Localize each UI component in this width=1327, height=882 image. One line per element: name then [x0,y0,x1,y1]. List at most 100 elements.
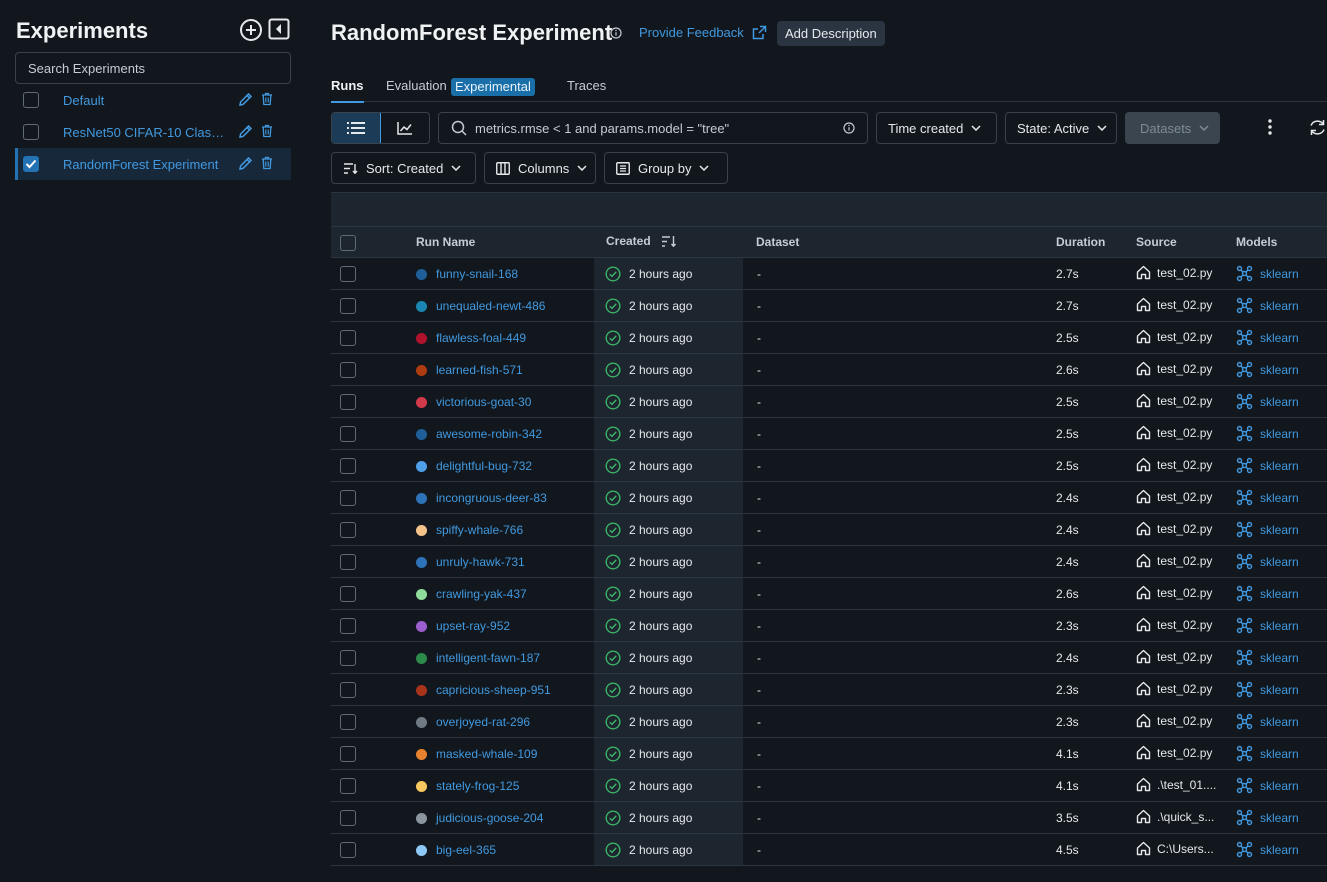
run-model-link[interactable]: sklearn [1236,745,1299,762]
run-name-link[interactable]: stately-frog-125 [436,779,519,793]
row-checkbox[interactable] [340,842,356,858]
run-color-dot[interactable] [416,557,427,568]
run-model-link[interactable]: sklearn [1236,521,1299,538]
experiment-checkbox[interactable] [23,124,39,140]
run-model-link[interactable]: sklearn [1236,553,1299,570]
run-model-link[interactable]: sklearn [1236,425,1299,442]
row-checkbox[interactable] [340,330,356,346]
run-model-link[interactable]: sklearn [1236,617,1299,634]
run-color-dot[interactable] [416,525,427,536]
edit-icon[interactable] [238,156,253,171]
row-checkbox[interactable] [340,394,356,410]
search-experiments-input[interactable] [15,52,291,84]
header-duration[interactable]: Duration [1056,235,1105,249]
row-checkbox[interactable] [340,746,356,762]
info-icon[interactable] [610,27,622,39]
chart-view-button[interactable] [381,113,430,143]
experiment-name[interactable]: Default [63,93,229,108]
run-model-link[interactable]: sklearn [1236,809,1299,826]
run-name-link[interactable]: unequaled-newt-486 [436,299,545,313]
tab-runs[interactable]: Runs [331,78,364,103]
run-model-link[interactable]: sklearn [1236,649,1299,666]
run-color-dot[interactable] [416,333,427,344]
refresh-icon[interactable] [1308,118,1327,137]
row-checkbox[interactable] [340,266,356,282]
trash-icon[interactable] [261,92,273,106]
run-color-dot[interactable] [416,429,427,440]
run-color-dot[interactable] [416,749,427,760]
run-color-dot[interactable] [416,813,427,824]
run-color-dot[interactable] [416,589,427,600]
run-model-link[interactable]: sklearn [1236,777,1299,794]
run-model-link[interactable]: sklearn [1236,585,1299,602]
tab-traces[interactable]: Traces [567,78,606,102]
run-name-link[interactable]: learned-fish-571 [436,363,523,377]
row-checkbox[interactable] [340,554,356,570]
run-name-link[interactable]: flawless-foal-449 [436,331,526,345]
experiment-item[interactable]: Default [15,84,291,116]
run-name-link[interactable]: unruly-hawk-731 [436,555,525,569]
row-checkbox[interactable] [340,586,356,602]
run-name-link[interactable]: delightful-bug-732 [436,459,532,473]
more-options-icon[interactable] [1268,118,1272,136]
add-experiment-icon[interactable] [239,18,263,42]
add-description-button[interactable]: Add Description [777,21,885,46]
run-color-dot[interactable] [416,781,427,792]
run-name-link[interactable]: incongruous-deer-83 [436,491,547,505]
run-name-link[interactable]: spiffy-whale-766 [436,523,523,537]
run-name-link[interactable]: masked-whale-109 [436,747,537,761]
run-name-link[interactable]: capricious-sheep-951 [436,683,551,697]
run-name-link[interactable]: awesome-robin-342 [436,427,542,441]
edit-icon[interactable] [238,92,253,107]
run-color-dot[interactable] [416,301,427,312]
collapse-sidebar-icon[interactable] [268,18,290,40]
run-name-link[interactable]: victorious-goat-30 [436,395,531,409]
header-run-name[interactable]: Run Name [416,235,475,249]
experiment-item[interactable]: RandomForest Experiment [15,148,291,180]
run-name-link[interactable]: funny-snail-168 [436,267,518,281]
header-models[interactable]: Models [1236,235,1277,249]
run-model-link[interactable]: sklearn [1236,681,1299,698]
run-model-link[interactable]: sklearn [1236,841,1299,858]
run-color-dot[interactable] [416,365,427,376]
run-color-dot[interactable] [416,461,427,472]
run-model-link[interactable]: sklearn [1236,457,1299,474]
run-filter-input[interactable] [467,120,843,136]
row-checkbox[interactable] [340,522,356,538]
datasets-dropdown[interactable]: Datasets [1125,112,1220,144]
run-model-link[interactable]: sklearn [1236,361,1299,378]
row-checkbox[interactable] [340,426,356,442]
row-checkbox[interactable] [340,618,356,634]
row-checkbox[interactable] [340,458,356,474]
time-created-dropdown[interactable]: Time created [876,112,997,144]
filter-info-icon[interactable] [843,122,855,134]
row-checkbox[interactable] [340,810,356,826]
run-model-link[interactable]: sklearn [1236,713,1299,730]
header-created[interactable]: Created [606,234,677,248]
run-color-dot[interactable] [416,493,427,504]
run-model-link[interactable]: sklearn [1236,265,1299,282]
select-all-checkbox[interactable] [340,235,356,251]
row-checkbox[interactable] [340,682,356,698]
edit-icon[interactable] [238,124,253,139]
table-view-button[interactable] [332,113,381,143]
group-by-dropdown[interactable]: Group by [604,152,728,184]
run-color-dot[interactable] [416,269,427,280]
tab-evaluation[interactable]: Evaluation Experimental [386,78,535,102]
run-name-link[interactable]: intelligent-fawn-187 [436,651,540,665]
run-name-link[interactable]: judicious-goose-204 [436,811,543,825]
run-name-link[interactable]: overjoyed-rat-296 [436,715,530,729]
run-model-link[interactable]: sklearn [1236,489,1299,506]
header-source[interactable]: Source [1136,235,1177,249]
run-color-dot[interactable] [416,397,427,408]
run-color-dot[interactable] [416,685,427,696]
columns-dropdown[interactable]: Columns [484,152,596,184]
run-name-link[interactable]: big-eel-365 [436,843,496,857]
row-checkbox[interactable] [340,714,356,730]
run-model-link[interactable]: sklearn [1236,329,1299,346]
run-color-dot[interactable] [416,717,427,728]
run-color-dot[interactable] [416,621,427,632]
experiment-item[interactable]: ResNet50 CIFAR-10 Classification [15,116,291,148]
row-checkbox[interactable] [340,650,356,666]
run-name-link[interactable]: upset-ray-952 [436,619,510,633]
